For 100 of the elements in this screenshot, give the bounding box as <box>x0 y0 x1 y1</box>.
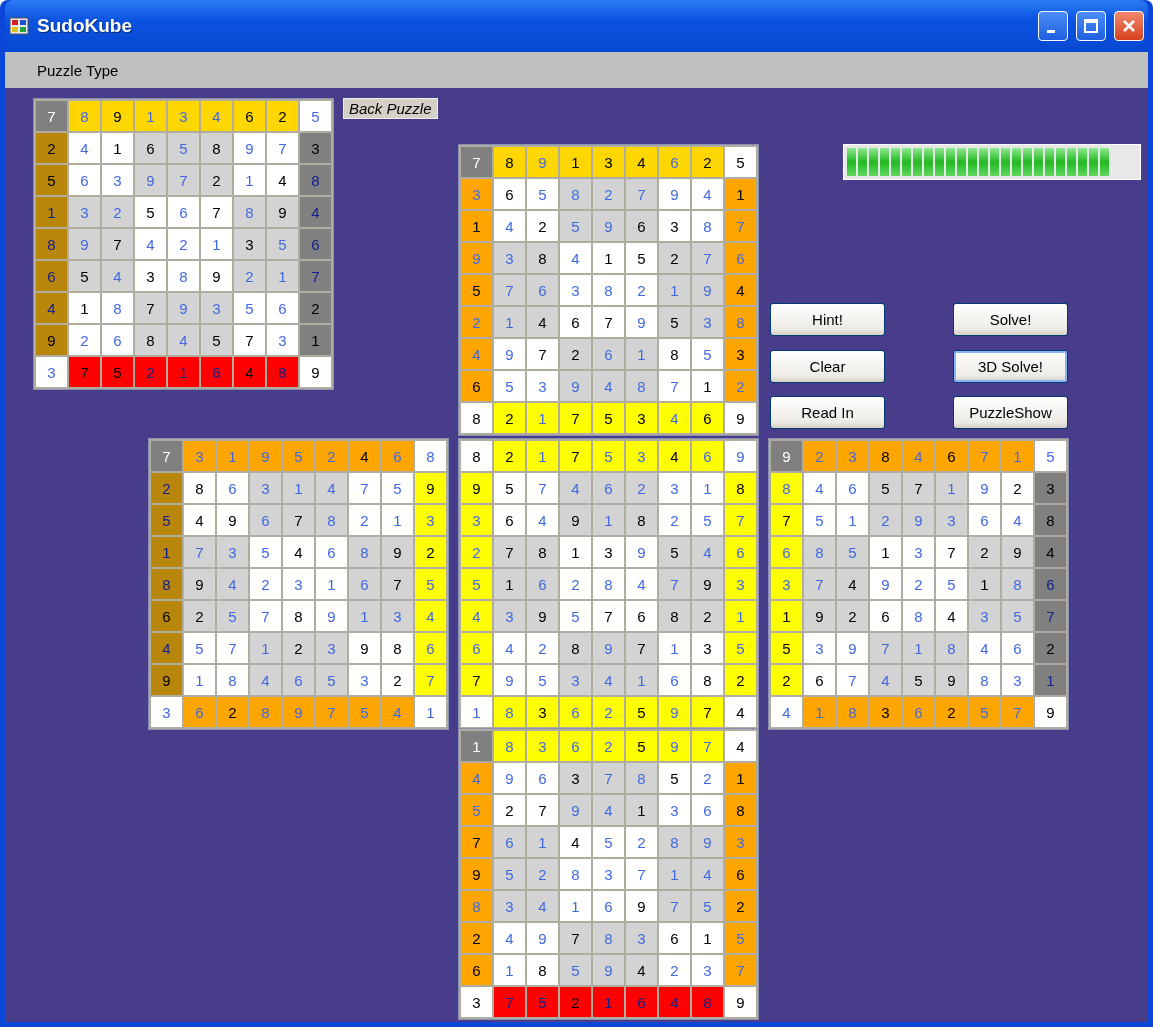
sudoku-cell: 3 <box>903 537 934 567</box>
sudoku-cell: 4 <box>527 891 558 921</box>
sudoku-cell: 9 <box>593 211 624 241</box>
sudoku-cell: 8 <box>560 179 591 209</box>
sudoku-cell: 1 <box>1035 665 1066 695</box>
sudoku-cell: 6 <box>494 827 525 857</box>
sudoku-cell: 2 <box>201 165 232 195</box>
maximize-button[interactable] <box>1076 11 1106 41</box>
sudoku-cell: 4 <box>593 795 624 825</box>
sudoku-cell: 9 <box>168 293 199 323</box>
action-button[interactable]: Clear <box>770 350 885 383</box>
sudoku-cell: 7 <box>626 179 657 209</box>
sudoku-cell: 8 <box>316 505 347 535</box>
sudoku-cell: 3 <box>560 763 591 793</box>
sudoku-cell: 2 <box>316 441 347 471</box>
sudoku-cell: 3 <box>494 243 525 273</box>
sudoku-cell: 1 <box>494 955 525 985</box>
minimize-icon <box>1047 29 1055 33</box>
sudoku-cell: 3 <box>36 357 67 387</box>
sudoku-cell: 7 <box>201 197 232 227</box>
sudoku-cell: 6 <box>184 697 215 727</box>
sudoku-cell: 9 <box>382 537 413 567</box>
sudoku-cell: 2 <box>135 357 166 387</box>
sudoku-cell: 5 <box>494 473 525 503</box>
sudoku-cell: 9 <box>527 147 558 177</box>
sudoku-cell: 6 <box>626 211 657 241</box>
sudoku-cell: 3 <box>725 339 756 369</box>
sudoku-cell: 4 <box>725 697 756 727</box>
menu-item[interactable]: Puzzle Type <box>31 59 125 81</box>
sudoku-cell: 7 <box>234 325 265 355</box>
sudoku-cell: 4 <box>560 827 591 857</box>
sudoku-cell: 3 <box>771 569 802 599</box>
sudoku-cell: 5 <box>201 325 232 355</box>
sudoku-cell: 6 <box>234 101 265 131</box>
sudoku-cell: 7 <box>135 293 166 323</box>
action-button[interactable]: Solve! <box>953 303 1068 336</box>
sudoku-cell: 8 <box>725 307 756 337</box>
sudoku-cell: 8 <box>560 633 591 663</box>
action-button[interactable]: 3D Solve! <box>953 350 1068 383</box>
sudoku-cell: 1 <box>593 505 624 535</box>
sudoku-cell: 6 <box>151 601 182 631</box>
sudoku-cell: 5 <box>560 955 591 985</box>
sudoku-cell: 6 <box>560 731 591 761</box>
sudoku-cell: 6 <box>593 891 624 921</box>
sudoku-cell: 4 <box>804 473 835 503</box>
sudoku-cell: 5 <box>382 473 413 503</box>
sudoku-cell: 9 <box>1002 537 1033 567</box>
sudoku-cell: 7 <box>461 827 492 857</box>
sudoku-cell: 5 <box>870 473 901 503</box>
sudoku-cell: 8 <box>659 827 690 857</box>
sudoku-cell: 3 <box>527 371 558 401</box>
sudoku-cell: 5 <box>494 371 525 401</box>
sudoku-cell: 5 <box>626 731 657 761</box>
action-button[interactable]: Hint! <box>770 303 885 336</box>
sudoku-cell: 3 <box>217 537 248 567</box>
sudoku-cell: 3 <box>527 697 558 727</box>
sudoku-cell: 4 <box>69 133 100 163</box>
sudoku-cell: 3 <box>461 505 492 535</box>
sudoku-cell: 9 <box>903 505 934 535</box>
sudoku-cell: 7 <box>494 275 525 305</box>
sudoku-cell: 2 <box>184 601 215 631</box>
sudoku-cell: 7 <box>560 441 591 471</box>
sudoku-cell: 5 <box>494 859 525 889</box>
sudoku-cell: 4 <box>936 601 967 631</box>
sudoku-cell: 3 <box>184 441 215 471</box>
sudoku-cell: 5 <box>560 601 591 631</box>
sudoku-cell: 9 <box>725 987 756 1017</box>
sudoku-cell: 4 <box>36 293 67 323</box>
sudoku-cell: 6 <box>560 697 591 727</box>
sudoku-cell: 6 <box>461 633 492 663</box>
sudoku-cell: 1 <box>903 633 934 663</box>
sudoku-cell: 2 <box>217 697 248 727</box>
sudoku-cell: 4 <box>659 987 690 1017</box>
sudoku-cell: 8 <box>151 569 182 599</box>
sudoku-cell: 3 <box>461 179 492 209</box>
sudoku-cell: 4 <box>527 307 558 337</box>
close-button[interactable] <box>1114 11 1144 41</box>
action-button[interactable]: PuzzleShow <box>953 396 1068 429</box>
sudoku-cell: 1 <box>69 293 100 323</box>
sudoku-cell: 5 <box>267 229 298 259</box>
sudoku-cell: 5 <box>771 633 802 663</box>
sudoku-cell: 1 <box>725 179 756 209</box>
sudoku-cell: 6 <box>217 473 248 503</box>
action-button[interactable]: Read In <box>770 396 885 429</box>
minimize-button[interactable] <box>1038 11 1068 41</box>
sudoku-cell: 2 <box>168 229 199 259</box>
sudoku-cell: 7 <box>527 339 558 369</box>
sudoku-cell: 5 <box>36 165 67 195</box>
sudoku-cell: 3 <box>1035 473 1066 503</box>
sudoku-cell: 1 <box>151 537 182 567</box>
sudoku-cell: 8 <box>626 763 657 793</box>
sudoku-cell: 6 <box>135 133 166 163</box>
sudoku-cell: 4 <box>461 339 492 369</box>
sudoku-cell: 1 <box>626 795 657 825</box>
sudoku-cell: 5 <box>593 403 624 433</box>
sudoku-cell: 4 <box>560 473 591 503</box>
sudoku-cell: 2 <box>659 243 690 273</box>
sudoku-cell: 4 <box>1035 537 1066 567</box>
window-title: SudoKube <box>37 15 133 37</box>
sudoku-cell: 8 <box>969 665 1000 695</box>
